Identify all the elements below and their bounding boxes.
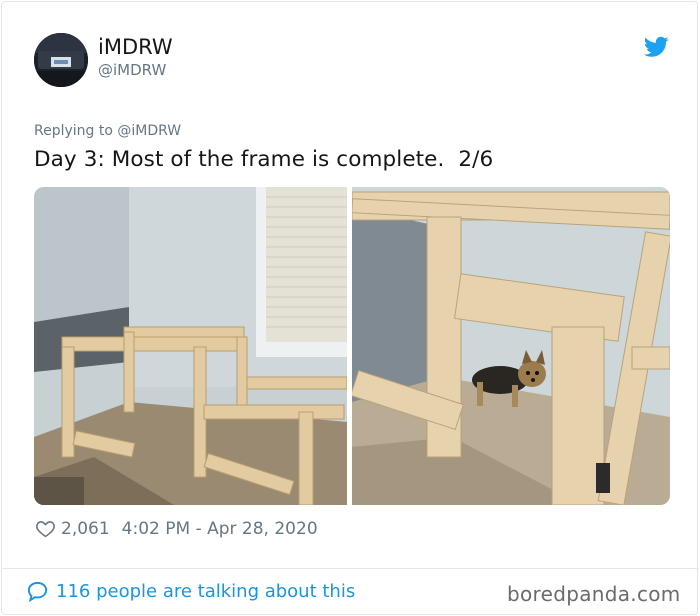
- tweet-timestamp[interactable]: 4:02 PM - Apr 28, 2020: [122, 519, 318, 539]
- tweet-text: Day 3: Most of the frame is complete. 2/…: [34, 147, 494, 172]
- footer-divider: [2, 568, 699, 569]
- author-handle[interactable]: @iMDRW: [98, 61, 173, 79]
- watermark: boredpanda.com: [507, 582, 681, 606]
- tweet-card: iMDRW @iMDRW Replying to @iMDRW Day 3: M…: [1, 1, 699, 615]
- tweet-photo-right[interactable]: [352, 187, 670, 505]
- heart-icon[interactable]: [35, 518, 56, 539]
- speech-bubble-icon: [27, 581, 48, 603]
- conversation-count-text: 116 people are talking about this: [56, 581, 356, 602]
- conversation-link[interactable]: 116 people are talking about this: [26, 580, 355, 603]
- avatar[interactable]: [34, 33, 88, 87]
- like-count[interactable]: 2,061: [61, 519, 110, 539]
- tweet-meta: 2,061 4:02 PM - Apr 28, 2020: [35, 518, 318, 539]
- replying-mention[interactable]: @iMDRW: [117, 123, 181, 139]
- twitter-bird-icon[interactable]: [644, 36, 669, 58]
- replying-prefix: Replying to: [34, 123, 118, 139]
- tweet-photo-left[interactable]: [34, 187, 347, 505]
- author-block[interactable]: iMDRW @iMDRW: [98, 35, 173, 79]
- author-display-name[interactable]: iMDRW: [98, 35, 173, 59]
- replying-to: Replying to @iMDRW: [34, 123, 181, 139]
